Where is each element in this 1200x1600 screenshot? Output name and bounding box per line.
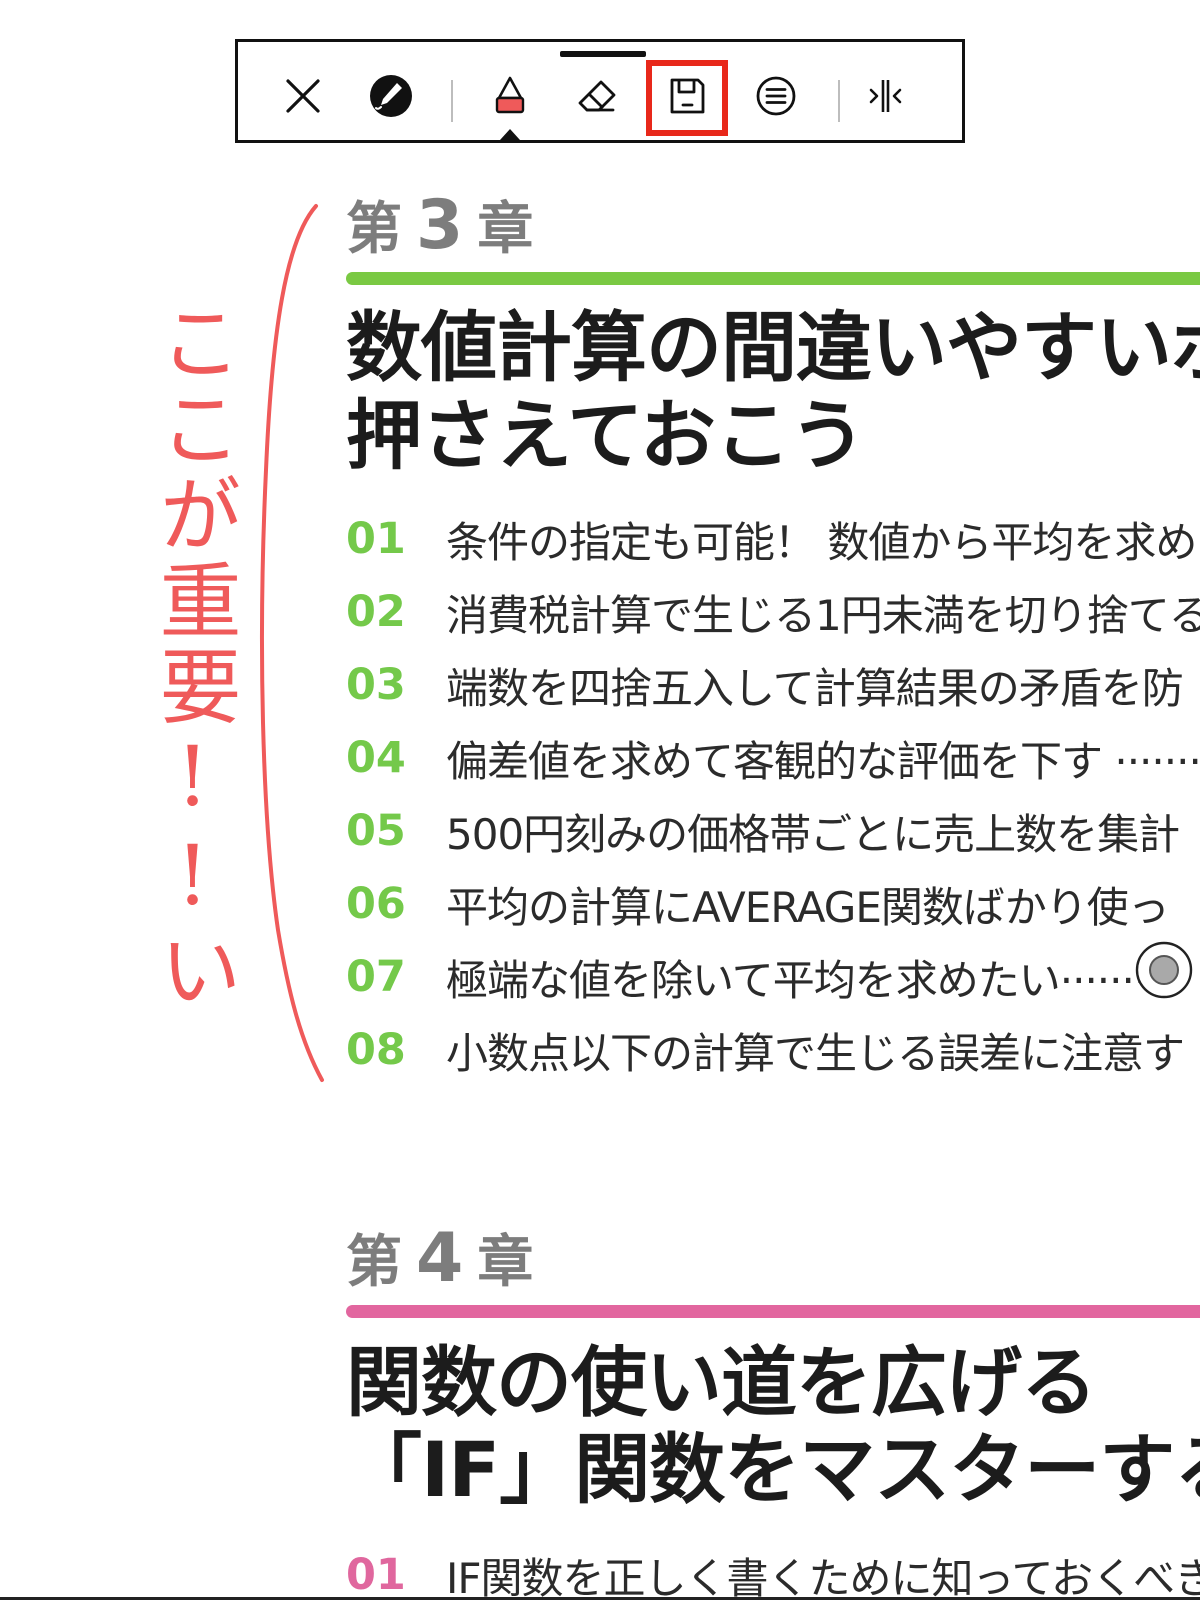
toolbar-drag-handle[interactable] — [560, 51, 646, 57]
page-cursor-handle[interactable] — [1134, 940, 1194, 1000]
chapter-number: 3 — [416, 186, 464, 265]
chapter-suffix: 章 — [477, 1230, 534, 1295]
toolbar-separator — [451, 80, 453, 122]
reader-page: 第3章 数値計算の間違いやすいポ 押さえておこう 01 条件の指定も可能！ 数値… — [0, 0, 1200, 1600]
toc-item-number: 04 — [346, 733, 406, 783]
chapter-prefix: 第 — [346, 197, 402, 262]
split-view-button[interactable] — [853, 64, 917, 128]
toc-item-title: 小数点以下の計算で生じる誤差に注意す — [446, 1028, 1185, 1078]
chapter-3-title-line2: 押さえておこう — [346, 391, 866, 480]
toc-item[interactable]: 04 偏差値を求めて客観的な評価を下す ········· — [346, 728, 1200, 788]
toc-item[interactable]: 01 IF関数を正しく書くために知っておくべき — [346, 1545, 1200, 1600]
toc-item-number: 05 — [346, 806, 406, 856]
toc-item-title: 端数を四捨五入して計算結果の矛盾を防 — [446, 663, 1184, 713]
toc-item-number: 02 — [346, 587, 406, 637]
toc-item-title: 消費税計算で生じる1円未満を切り捨てる — [446, 590, 1200, 640]
pen-button[interactable] — [359, 64, 423, 128]
close-button[interactable] — [271, 64, 335, 128]
toc-item[interactable]: 03 端数を四捨五入して計算結果の矛盾を防 — [346, 655, 1184, 715]
toc-item-number: 07 — [346, 952, 406, 1002]
toc-item-title: 500円刻みの価格帯ごとに売上数を集計 — [446, 809, 1180, 859]
chapter-3-title-line1: 数値計算の間違いやすいポ — [346, 303, 1200, 392]
toc-item-title: 偏差値を求めて客観的な評価を下す ········· — [446, 736, 1200, 786]
chapter-suffix: 章 — [477, 197, 534, 262]
handwritten-note: ここが重要!!い — [145, 300, 240, 1014]
chapter-4-rule — [346, 1305, 1200, 1318]
toc-item-title: 平均の計算にAVERAGE関数ばかり使っ — [446, 882, 1170, 932]
chapter-number: 4 — [416, 1219, 464, 1298]
toc-item-title: 極端な値を除いて平均を求めたい······· — [446, 955, 1147, 1005]
chapter-4-label: 第4章 — [346, 1225, 533, 1293]
toolbar-separator — [838, 80, 840, 122]
toc-item-number: 01 — [346, 514, 406, 564]
toc-item[interactable]: 01 条件の指定も可能！ 数値から平均を求め — [346, 509, 1197, 569]
chapter-4-title-line1: 関数の使い道を広げる — [346, 1338, 1097, 1427]
toc-item-title: IF関数を正しく書くために知っておくべき — [446, 1553, 1200, 1600]
toc-item-title: 条件の指定も可能！ 数値から平均を求め — [446, 517, 1197, 567]
chapter-prefix: 第 — [346, 1230, 402, 1295]
toc-item-number: 01 — [346, 1550, 406, 1600]
chapter-4-title-line2: 「IF」関数をマスターする — [346, 1425, 1200, 1514]
eraser-button[interactable] — [565, 64, 629, 128]
active-tool-indicator — [500, 129, 520, 140]
chapter-3-rule — [346, 272, 1200, 285]
annotation-toolbar — [235, 39, 965, 143]
save-button[interactable] — [655, 64, 719, 128]
highlighter-icon — [495, 76, 525, 114]
toc-item[interactable]: 05 500円刻みの価格帯ごとに売上数を集計 — [346, 801, 1180, 861]
toc-item[interactable]: 07 極端な値を除いて平均を求めたい······· — [346, 947, 1147, 1007]
chapter-3-label: 第3章 — [346, 192, 533, 260]
toc-item-number: 06 — [346, 879, 406, 929]
menu-button[interactable] — [744, 64, 808, 128]
toc-item[interactable]: 08 小数点以下の計算で生じる誤差に注意す — [346, 1020, 1185, 1080]
highlighter-button[interactable] — [478, 64, 542, 128]
toc-item[interactable]: 02 消費税計算で生じる1円未満を切り捨てる — [346, 582, 1200, 642]
menu-circle-icon — [756, 76, 796, 116]
toc-item[interactable]: 06 平均の計算にAVERAGE関数ばかり使っ — [346, 874, 1170, 934]
save-floppy-icon — [670, 78, 705, 114]
annotation-bracket — [260, 204, 324, 1082]
toc-item-number: 08 — [346, 1025, 406, 1075]
close-icon — [286, 79, 320, 113]
split-view-icon — [869, 80, 902, 112]
eraser-icon — [578, 80, 616, 112]
toc-item-number: 03 — [346, 660, 406, 710]
pen-circle-icon — [370, 75, 412, 117]
